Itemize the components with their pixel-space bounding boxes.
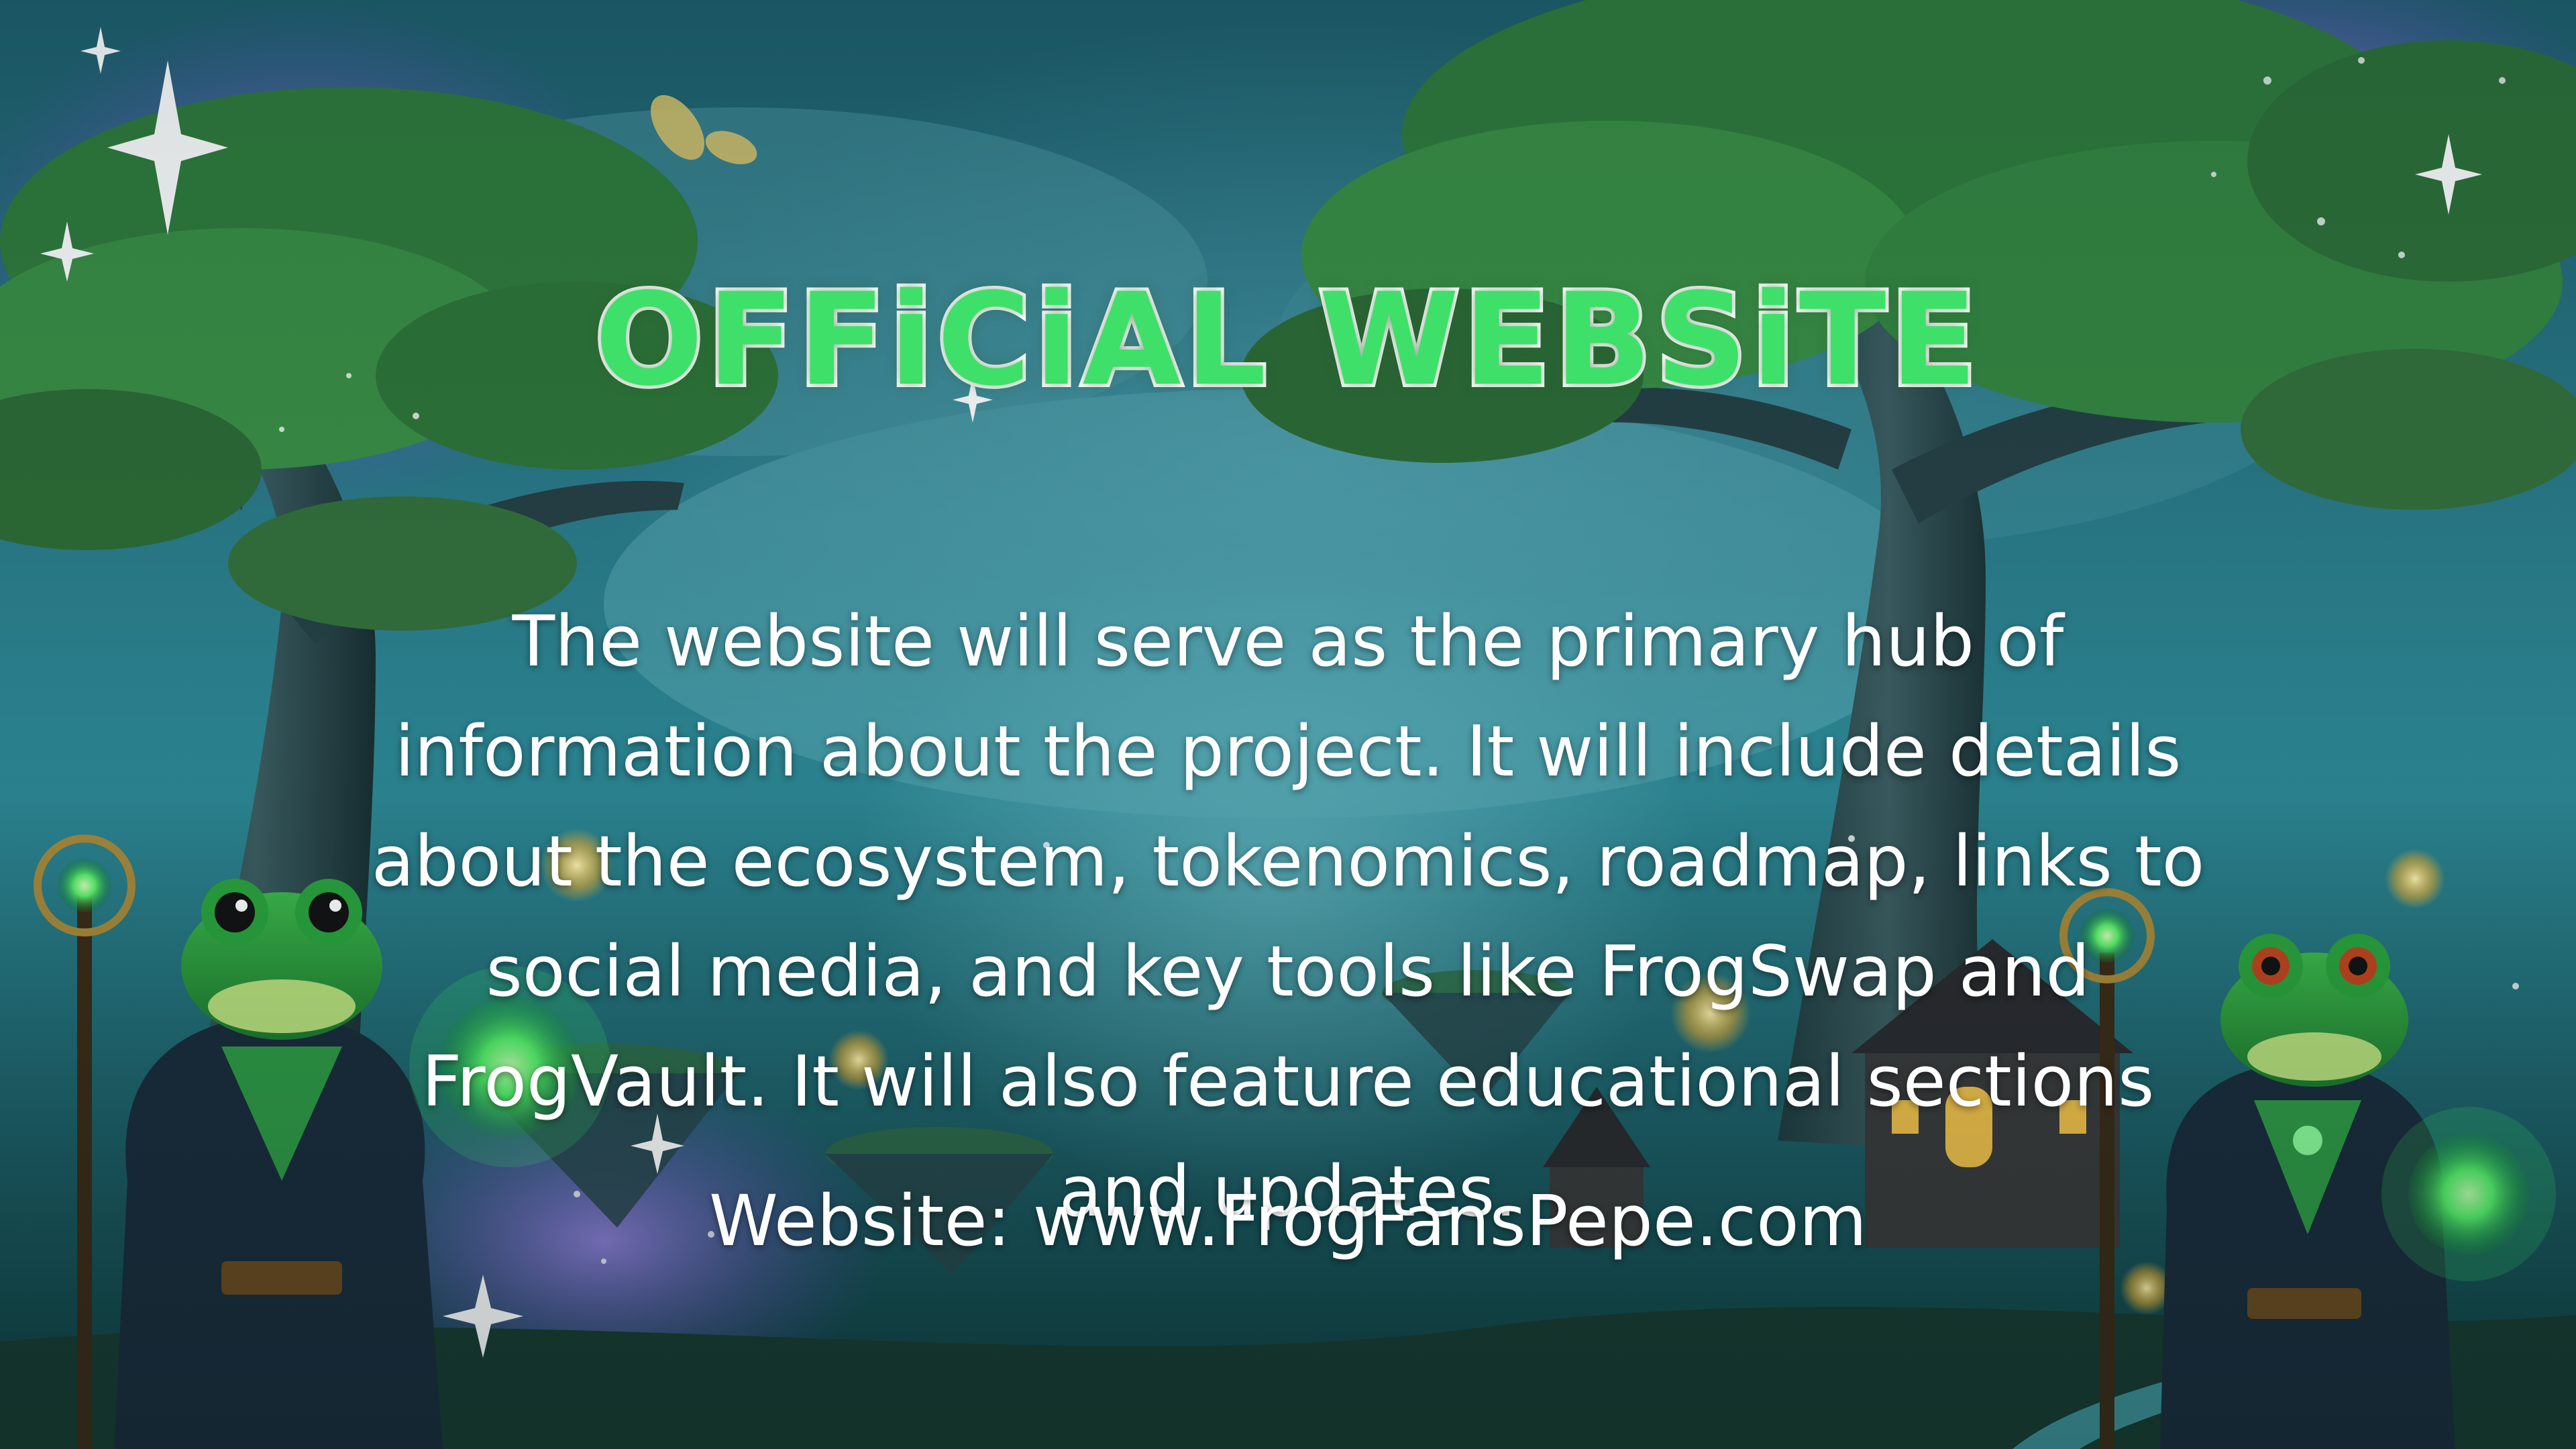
website-label: Website: xyxy=(708,1180,1011,1262)
description-paragraph: The website will serve as the primary hu… xyxy=(371,600,2205,1232)
page-title: OFFiCiAL WEBSiTE xyxy=(592,266,1982,415)
banner: OFFiCiAL WEBSiTE The website will serve … xyxy=(0,0,2576,1449)
website-url[interactable]: www.FrogFansPepe.com xyxy=(1033,1180,1867,1262)
website-line: Website: www.FrogFansPepe.com xyxy=(0,1181,2576,1261)
